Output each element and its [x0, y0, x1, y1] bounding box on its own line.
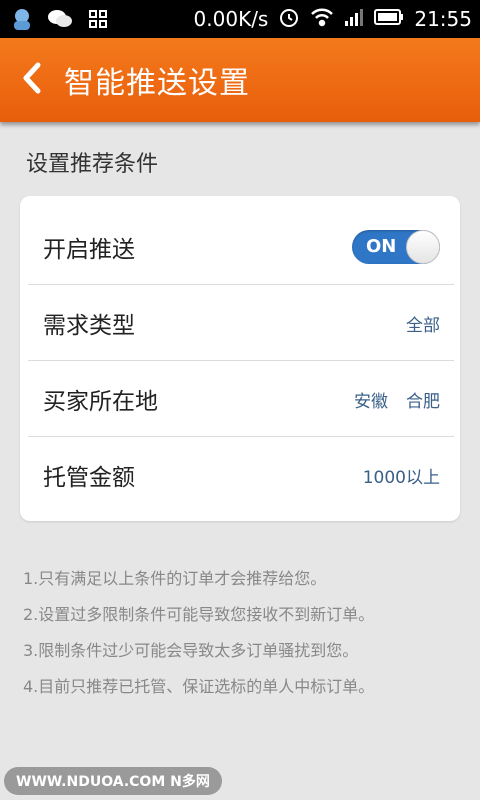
buyer-location-value: 安徽 合肥 — [354, 387, 440, 412]
demand-type-value: 全部 — [406, 315, 440, 336]
wechat-icon — [46, 5, 74, 33]
network-speed: 0.00K/s — [193, 7, 269, 31]
battery-icon — [374, 7, 404, 31]
clock: 21:55 — [414, 7, 472, 31]
alarm-icon — [278, 6, 300, 33]
chevron-left-icon — [21, 61, 43, 99]
toggle-knob — [406, 230, 440, 264]
buyer-location-row[interactable]: 买家所在地 安徽 合肥 — [20, 361, 460, 437]
back-button[interactable] — [0, 38, 64, 122]
section-title: 设置推荐条件 — [26, 152, 159, 177]
buyer-location-label: 买家所在地 — [43, 389, 158, 415]
header-bar: 智能推送设置 — [0, 38, 480, 122]
apps-grid-icon — [84, 5, 112, 33]
watermark: WWW.NDUOA.COM N多网 — [4, 767, 222, 795]
city-value: 合肥 — [406, 391, 440, 412]
app-icon — [8, 5, 36, 33]
note-item: 1.只有满足以上条件的订单才会推荐给您。 — [23, 569, 327, 588]
wifi-icon — [310, 7, 334, 32]
province-value: 安徽 — [354, 391, 388, 412]
demand-type-row[interactable]: 需求类型 全部 — [20, 285, 460, 361]
note-item: 2.设置过多限制条件可能导致您接收不到新订单。 — [23, 605, 375, 624]
escrow-amount-value: 1000以上 — [362, 467, 440, 488]
status-bar: 0.00K/s 21:55 — [0, 0, 480, 38]
settings-card: 开启推送 ON 需求类型 全部 买家所在地 安徽 合肥 托管金额 1000以上 — [20, 196, 460, 521]
push-label: 开启推送 — [43, 237, 135, 263]
signal-icon — [344, 7, 364, 32]
page-title: 智能推送设置 — [64, 66, 250, 101]
push-toggle[interactable]: ON — [352, 230, 440, 264]
note-item: 4.目前只推荐已托管、保证选标的单人中标订单。 — [23, 677, 375, 696]
note-item: 3.限制条件过少可能会导致太多订单骚扰到您。 — [23, 641, 359, 660]
escrow-amount-row[interactable]: 托管金额 1000以上 — [20, 437, 460, 513]
notes-list: 1.只有满足以上条件的订单才会推荐给您。 2.设置过多限制条件可能导致您接收不到… — [23, 568, 463, 712]
toggle-on-label: ON — [366, 236, 397, 257]
push-setting-row: 开启推送 ON — [20, 209, 460, 285]
demand-type-label: 需求类型 — [43, 313, 135, 339]
escrow-amount-label: 托管金额 — [43, 465, 135, 491]
